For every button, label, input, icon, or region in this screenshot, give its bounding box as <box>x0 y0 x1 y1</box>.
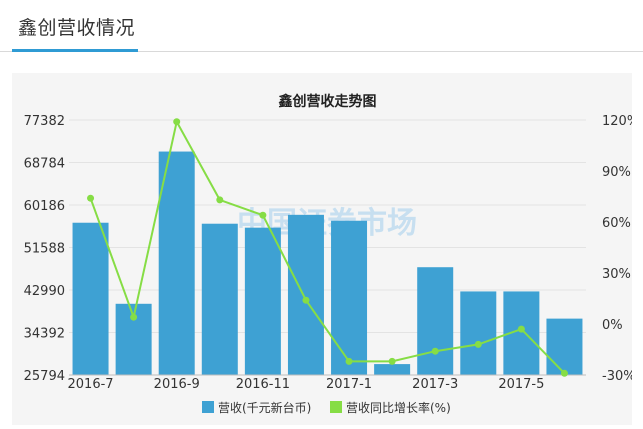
growth-point <box>517 325 525 333</box>
y-right-tick-label: 90% <box>602 165 631 180</box>
legend-label: 营收(千元新台币) <box>218 400 311 415</box>
y-right-tick-label: -30% <box>602 369 632 384</box>
legend-bar-swatch <box>202 401 214 413</box>
y-left-tick-label: 25794 <box>24 369 65 384</box>
x-tick-label: 2016-11 <box>236 377 290 392</box>
active-tab-underline <box>12 49 138 52</box>
y-right-tick-label: 120% <box>602 114 632 129</box>
growth-point <box>87 194 95 202</box>
growth-point <box>345 357 353 365</box>
y-left-tick-label: 77382 <box>24 114 65 129</box>
y-left-tick-label: 60186 <box>24 199 65 214</box>
y-left-tick-label: 34392 <box>24 327 65 342</box>
x-tick-label: 2016-7 <box>68 377 114 392</box>
x-tick-label: 2017-1 <box>326 377 372 392</box>
bar <box>201 223 238 375</box>
growth-point <box>130 313 138 321</box>
y-right-tick-label: 30% <box>602 267 631 282</box>
growth-point <box>216 196 224 204</box>
bar <box>546 318 583 375</box>
x-tick-label: 2016-9 <box>154 377 200 392</box>
section-title: 鑫创营收情况 <box>18 17 136 39</box>
growth-point <box>474 340 482 348</box>
growth-point <box>431 347 439 355</box>
revenue-chart: 鑫创营收走势图 77382 68784 60186 51588 42990 34392 257… <box>24 93 632 415</box>
bar <box>331 220 368 375</box>
growth-point <box>259 211 267 219</box>
growth-point <box>388 357 396 365</box>
growth-point <box>302 296 310 304</box>
chart-title: 鑫创营收走势图 <box>278 93 377 110</box>
x-tick-label: 2017-5 <box>498 377 544 392</box>
y-right-tick-label: 0% <box>602 318 623 333</box>
bar <box>158 151 195 375</box>
bar <box>244 227 281 375</box>
section-header: 鑫创营收情况 <box>0 0 643 52</box>
chart-panel: 鑫创营收走势图 77382 68784 60186 51588 42990 34392 257… <box>12 73 632 425</box>
x-tick-label: 2017-3 <box>412 377 458 392</box>
y-right-tick-label: 60% <box>602 216 631 231</box>
bar <box>72 222 109 375</box>
bar <box>417 267 454 375</box>
bar <box>287 214 324 375</box>
legend-line-swatch <box>330 401 342 413</box>
bar <box>460 291 497 375</box>
legend-label: 营收同比增长率(%) <box>346 400 451 415</box>
y-left-tick-label: 68784 <box>24 157 65 172</box>
y-left-tick-label: 51588 <box>24 242 65 257</box>
growth-point <box>173 118 181 126</box>
growth-point <box>560 369 568 377</box>
y-left-tick-label: 42990 <box>24 284 65 299</box>
bar <box>374 364 411 375</box>
